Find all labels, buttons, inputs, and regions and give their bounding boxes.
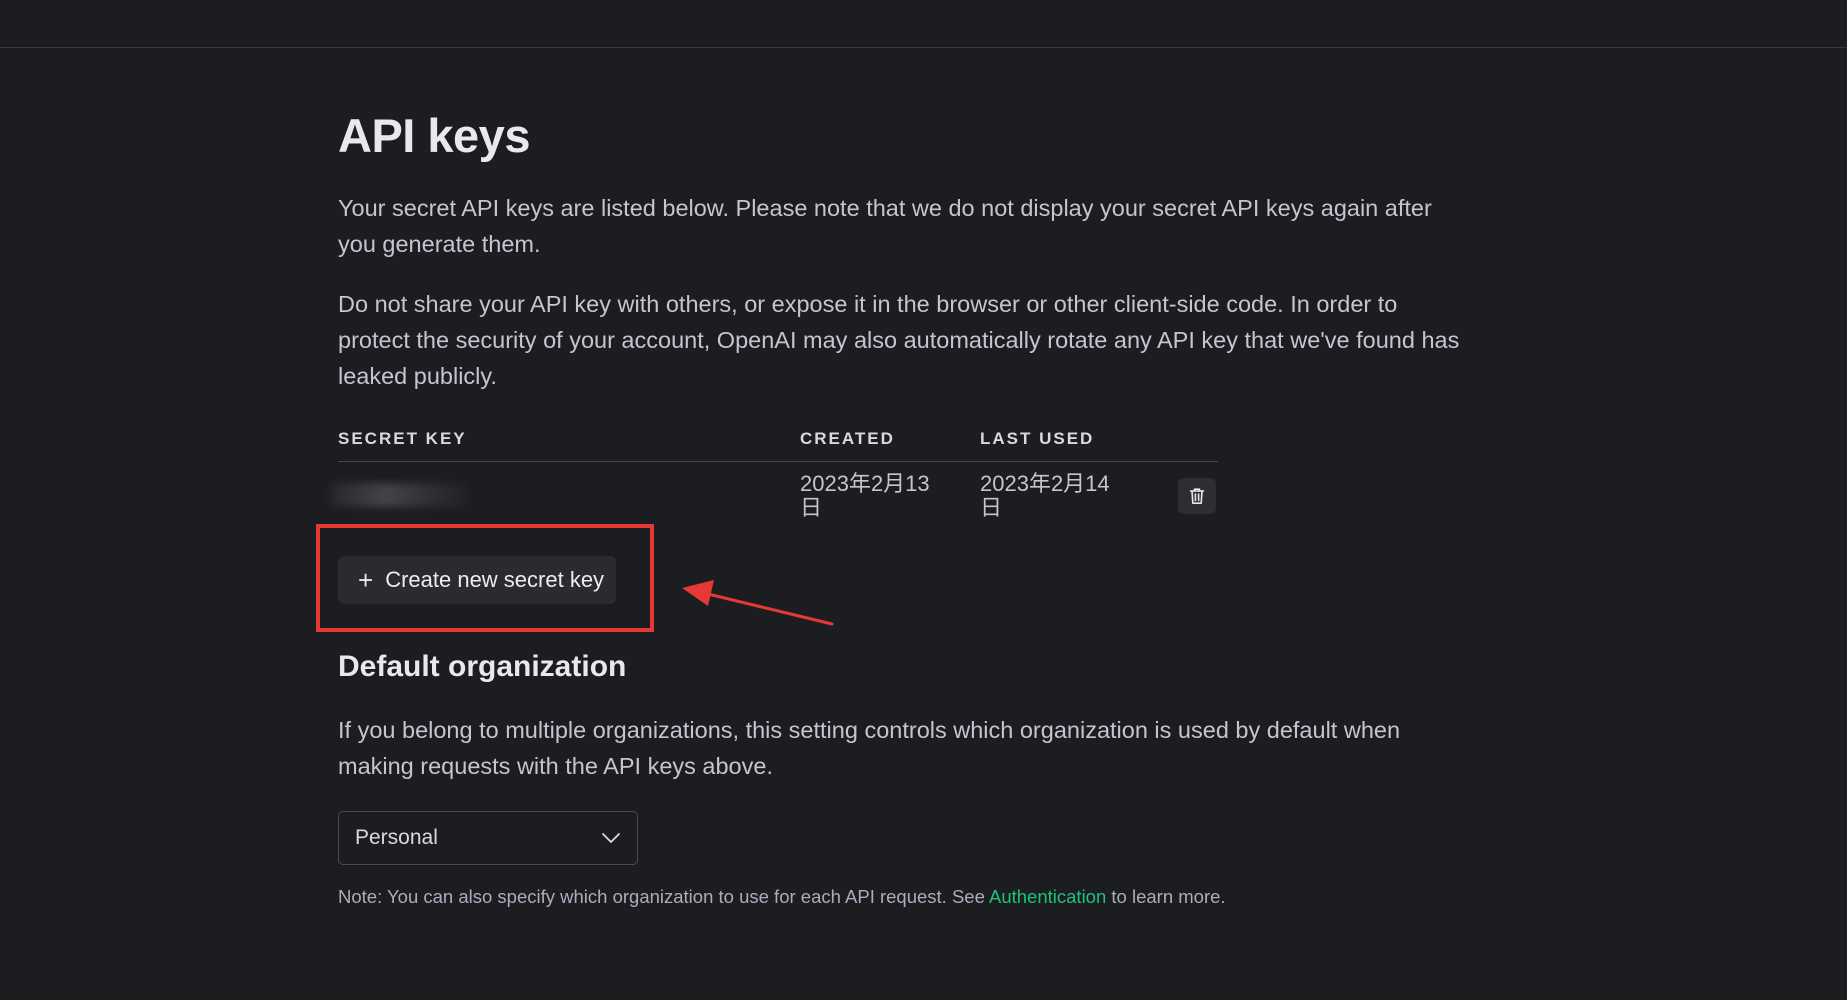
note-text-prefix: Note: You can also specify which organiz… xyxy=(338,886,989,907)
create-new-secret-key-button[interactable]: + Create new secret key xyxy=(338,556,616,604)
masked-secret-key xyxy=(330,483,468,507)
top-navigation-bar xyxy=(0,0,1847,48)
intro-paragraph-1: Your secret API keys are listed below. P… xyxy=(338,195,1432,257)
default-organization-description: If you belong to multiple organizations,… xyxy=(338,717,1401,779)
column-header-secret-key: SECRET KEY xyxy=(338,429,467,448)
organization-select[interactable]: Personal xyxy=(338,811,638,865)
annotation-arrow xyxy=(682,580,834,626)
plus-icon: + xyxy=(358,565,374,595)
default-organization-title: Default organization xyxy=(338,650,627,683)
intro-paragraph-2: Do not share your API key with others, o… xyxy=(338,291,1460,389)
column-header-created: CREATED xyxy=(800,429,895,448)
chevron-down-icon xyxy=(602,833,620,843)
delete-key-button[interactable] xyxy=(1178,478,1216,514)
note-text-suffix: to learn more. xyxy=(1106,886,1226,907)
created-date: 2023年2月13日 xyxy=(800,471,930,520)
table-header-divider xyxy=(338,461,1218,462)
page-title: API keys xyxy=(338,109,530,162)
last-used-date: 2023年2月14日 xyxy=(980,471,1110,520)
organization-note: Note: You can also specify which organiz… xyxy=(338,886,1226,908)
column-header-last-used: LAST USED xyxy=(980,429,1095,448)
authentication-link[interactable]: Authentication xyxy=(989,886,1106,907)
organization-select-value: Personal xyxy=(355,826,438,849)
trash-icon xyxy=(1189,488,1205,504)
create-button-label: Create new secret key xyxy=(385,567,605,592)
